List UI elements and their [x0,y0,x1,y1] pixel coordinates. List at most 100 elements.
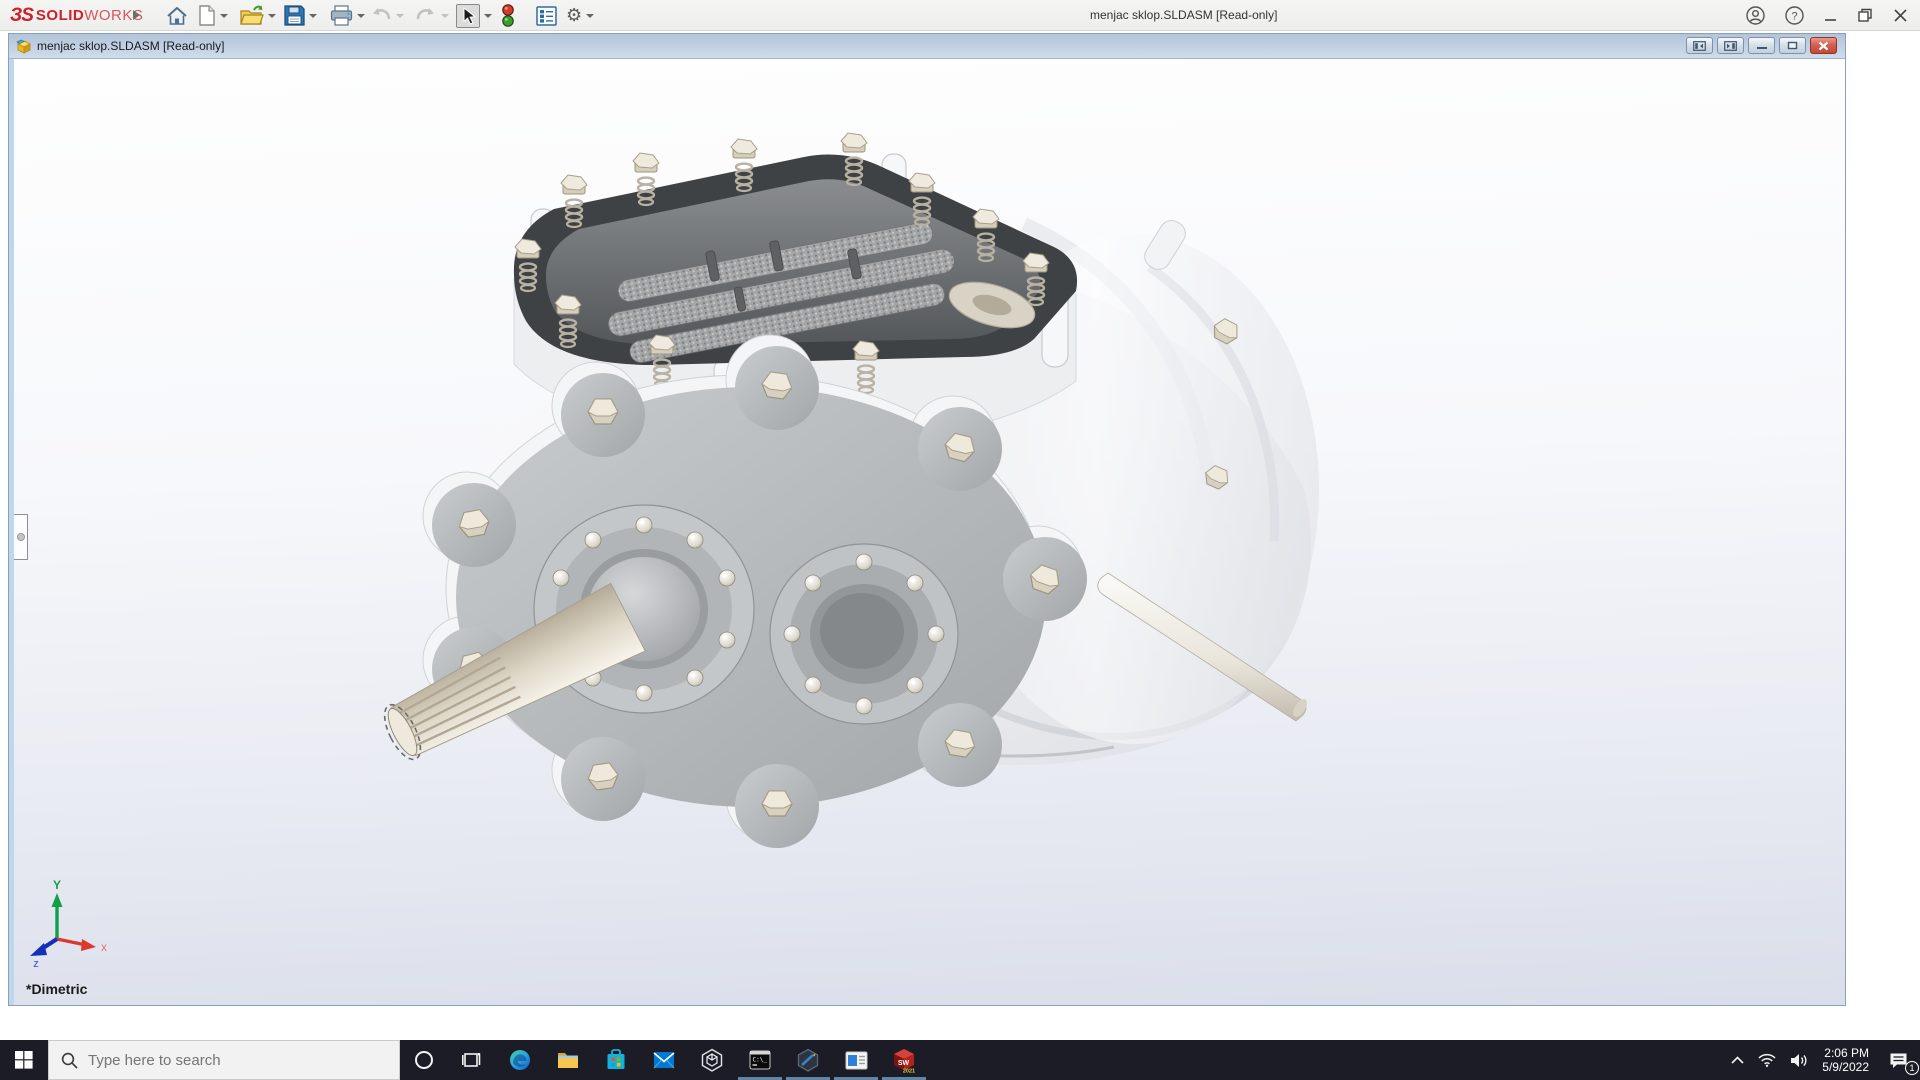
account-icon[interactable] [1746,6,1765,25]
options-button[interactable]: ⚙ [566,3,595,28]
new-document-icon [199,5,215,26]
home-button[interactable] [166,3,188,28]
edge-icon [510,1050,530,1070]
document-window: menjac sklop.SLDASM [Read-only] Y x z *D… [8,33,1846,1006]
graphics-viewport[interactable]: Y x z *Dimetric [9,59,1845,1005]
new-document-dropdown[interactable] [220,13,228,18]
undo-dropdown[interactable] [396,13,404,18]
document-window-controls [1686,37,1837,54]
redo-dropdown[interactable] [441,13,449,18]
solidworks-logo: ЗS SOLID WORKS [10,0,143,31]
command-prompt-button[interactable]: C:\_ [736,1040,784,1080]
solidworks-2021-button[interactable]: SW 2021 [880,1040,928,1080]
notification-badge: 1 [1905,1061,1919,1075]
undo-icon [373,7,391,19]
triad-x-label: x [101,940,107,954]
rebuild-button[interactable] [500,3,516,28]
save-dropdown[interactable] [309,13,317,18]
open-button[interactable] [240,3,276,28]
undo-button[interactable] [370,3,404,28]
microsoft-store-button[interactable] [592,1040,640,1080]
file-explorer-icon [558,1053,578,1068]
app-window-title: menjac sklop.SLDASM [Read-only] [1090,8,1278,22]
microsoft-store-icon [607,1049,625,1069]
doc-dock-right-button[interactable] [1717,37,1744,54]
restore-icon[interactable] [1858,8,1873,23]
app-window-icon [845,1051,867,1069]
home-icon [167,6,187,25]
tray-time: 2:06 PM [1824,1046,1869,1060]
3d-viewer-button[interactable] [688,1040,736,1080]
orientation-triad: Y x z [30,878,107,970]
redo-button[interactable] [415,3,449,28]
select-tool-dropdown[interactable] [484,13,492,18]
remote-app-button[interactable] [832,1040,880,1080]
redo-icon [416,7,434,19]
mail-button[interactable] [640,1040,688,1080]
file-properties-icon [536,5,557,26]
select-tool-active-frame [456,3,480,28]
doc-minimize-button[interactable] [1748,37,1775,54]
app-titlebar: ЗS SOLID WORKS ⚙ menjac sklop.SLDASM [Re… [0,0,1920,31]
minimize-icon[interactable] [1824,9,1838,23]
select-tool-button[interactable] [456,3,492,28]
action-center-button[interactable]: 1 [1876,1040,1920,1080]
new-document-button[interactable] [198,3,228,28]
task-view-button[interactable] [448,1040,496,1080]
command-prompt-icon: C:\_ [749,1050,771,1070]
document-titlebar[interactable]: menjac sklop.SLDASM [Read-only] [9,34,1845,59]
gearbox-assembly-model[interactable]: Y x z [14,59,1845,1005]
doc-dock-left-button[interactable] [1686,37,1713,54]
gear-icon: ⚙ [566,5,583,25]
wifi-icon [1758,1053,1776,1067]
wifi-button[interactable] [1751,1040,1783,1080]
file-explorer-button[interactable] [544,1040,592,1080]
search-input[interactable] [88,1051,368,1069]
search-icon [61,1052,78,1069]
save-icon [284,5,305,26]
tray-chevron-button[interactable] [1724,1040,1751,1080]
assembly-document-icon [16,39,31,54]
open-icon [240,5,264,25]
system-tray: 2:06 PM 5/9/2022 1 [1724,1040,1920,1080]
edrawings-hexagon-icon [797,1048,819,1072]
taskbar-search[interactable] [48,1040,400,1080]
triad-z-label: z [33,958,39,970]
side-cover-flange[interactable] [769,543,959,725]
chevron-up-icon [1731,1055,1744,1064]
rebuild-traffic-light-icon [502,3,514,27]
print-dropdown[interactable] [357,13,365,18]
file-properties-button[interactable] [536,3,557,28]
cortana-icon [415,1051,433,1069]
doc-restore-button[interactable] [1779,37,1806,54]
triad-y-label: Y [53,878,61,892]
task-view-icon [462,1053,481,1067]
volume-button[interactable] [1783,1040,1815,1080]
open-dropdown[interactable] [268,13,276,18]
tray-date: 5/9/2022 [1822,1060,1869,1074]
3d-viewer-icon [701,1048,723,1072]
edrawings-button[interactable] [784,1040,832,1080]
save-button[interactable] [284,3,317,28]
mail-icon [653,1052,675,1069]
close-icon[interactable] [1893,8,1908,23]
feature-manager-collapsed-tab[interactable] [14,514,28,560]
solidworks-2021-icon: SW 2021 [894,1049,915,1073]
document-title: menjac sklop.SLDASM [Read-only] [37,39,225,53]
panel-expand-handle-icon [16,533,25,541]
windows-logo-icon [15,1051,33,1069]
help-icon[interactable]: ? [1785,6,1804,25]
menu-flyout-arrow-icon[interactable] [133,10,140,20]
cortana-button[interactable] [400,1040,448,1080]
speaker-icon [1791,1053,1807,1067]
edge-button[interactable] [496,1040,544,1080]
select-cursor-icon [463,6,476,25]
top-cover-opening[interactable] [513,154,1078,368]
cmd-prompt-text: C:\_ [753,1057,768,1064]
start-button[interactable] [0,1040,48,1080]
options-dropdown[interactable] [586,13,595,18]
clock[interactable]: 2:06 PM 5/9/2022 [1815,1040,1876,1080]
windows-taskbar: C:\_ SW 2021 [0,1040,1920,1080]
doc-close-button[interactable] [1810,37,1837,54]
print-button[interactable] [330,3,365,28]
